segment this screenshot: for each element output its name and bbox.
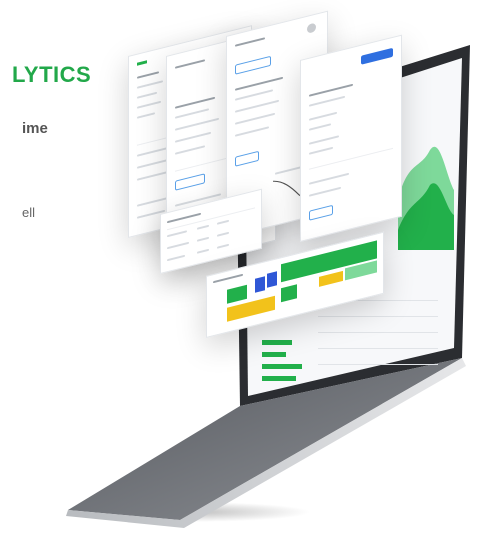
avatar <box>307 22 316 34</box>
filter-button[interactable] <box>175 173 205 191</box>
logo-mark <box>137 60 147 66</box>
tertiary-button[interactable] <box>309 204 333 221</box>
journey-bar-blue-1 <box>255 276 265 293</box>
screen-hbar-3 <box>262 364 302 369</box>
screen-hbar-2 <box>262 352 286 357</box>
screen-table-rule-3 <box>318 332 438 333</box>
floating-panel-property <box>300 34 402 242</box>
journey-bar-green-1 <box>227 284 247 304</box>
primary-button[interactable] <box>361 47 393 65</box>
secondary-button[interactable] <box>235 150 259 167</box>
screen-table-rule-2 <box>318 316 438 317</box>
journey-bar-yellow-2 <box>319 270 343 287</box>
journey-bar-blue-2 <box>267 271 277 288</box>
screen-table-rule-4 <box>318 348 438 349</box>
screen-hbar-1 <box>262 340 292 345</box>
screen-hbar-4 <box>262 376 296 381</box>
action-button[interactable] <box>235 55 271 75</box>
screen-table-rule-5 <box>318 364 438 365</box>
journey-bar-green-3 <box>281 284 297 303</box>
